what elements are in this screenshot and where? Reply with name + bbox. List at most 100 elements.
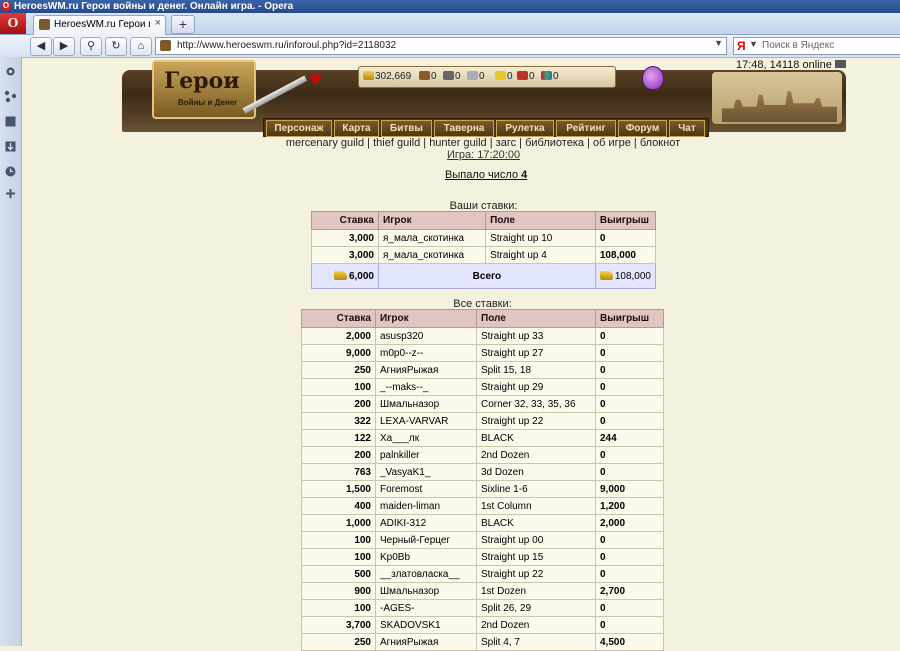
table-row: 250 АгнияРыжая Split 15, 18 0: [301, 361, 664, 379]
col-stake: Ставка: [311, 211, 379, 230]
window-title-bar: O HeroesWM.ru Герои войны и денег. Онлай…: [0, 0, 900, 13]
history-icon[interactable]: [4, 165, 17, 178]
menu-map[interactable]: Карта: [334, 120, 379, 137]
address-url: http://www.heroeswm.ru/inforoul.php?id=2…: [177, 40, 397, 51]
opera-logo-icon: O: [1, 1, 11, 11]
menu-chat[interactable]: Чат: [669, 120, 705, 137]
forward-arrow-icon: ▶: [59, 40, 69, 52]
link-hunter-guild[interactable]: hunter guild: [429, 137, 487, 149]
col-stake: Ставка: [301, 309, 376, 328]
table-row: 3,000 я_мала_скотинка Straight up 10 0: [311, 229, 657, 247]
gems-icon: [541, 71, 552, 80]
menu-rating[interactable]: Рейтинг: [556, 120, 616, 137]
mercury-resource: 0: [467, 67, 485, 87]
link-zags[interactable]: загс: [496, 137, 516, 149]
menu-character[interactable]: Персонаж: [266, 120, 332, 137]
logo-subtitle: Войны и Денег: [178, 98, 238, 107]
logo-title: Герои: [164, 68, 240, 94]
home-button[interactable]: ⌂: [130, 37, 152, 56]
key-button[interactable]: ⚲: [80, 37, 102, 56]
gold-icon: [333, 270, 347, 280]
online-icon: [834, 60, 846, 68]
crystal-resource: 0: [517, 67, 535, 87]
gold-resource: 302,669: [363, 67, 411, 87]
gold-icon: [599, 270, 613, 280]
table-row: 100 Черный-Герцег Straight up 00 0: [301, 531, 664, 549]
col-player: Игрок: [377, 211, 487, 230]
table-row: 763 _VasyaK1_ 3d Dozen 0: [301, 463, 664, 481]
search-engine-dropdown-icon[interactable]: ▼: [749, 39, 758, 49]
search-placeholder: Поиск в Яндекс: [762, 40, 835, 51]
reload-button[interactable]: ↻: [105, 37, 127, 56]
yandex-icon: Я: [737, 39, 746, 53]
sulfur-resource: 0: [495, 67, 513, 87]
menu-battles[interactable]: Битвы: [381, 120, 432, 137]
table-row: 100 Kp0Bb Straight up 15 0: [301, 548, 664, 566]
roulette-result[interactable]: Выпало число 4: [445, 169, 527, 181]
link-library[interactable]: библиотека: [525, 137, 584, 149]
back-button[interactable]: ◀: [30, 37, 52, 56]
table-row: 2,000 asusp320 Straight up 33 0: [301, 327, 664, 345]
ore-icon: [443, 71, 454, 80]
add-panel-icon[interactable]: [4, 187, 17, 200]
col-field: Поле: [485, 211, 596, 230]
gold-icon: [363, 71, 374, 80]
table-row: 100 _--maks--_ Straight up 29 0: [301, 378, 664, 396]
search-field[interactable]: Я ▼ Поиск в Яндекс: [733, 37, 900, 55]
menu-forum[interactable]: Форум: [618, 120, 667, 137]
menu-roulette[interactable]: Рулетка: [496, 120, 554, 137]
game-logo[interactable]: Герои Войны и Денег: [152, 60, 256, 119]
all-bets-table: Ставка Игрок Поле Выигрыш 2,000 asusp320 S…: [301, 309, 664, 651]
table-row: 900 Шмальназор 1st Dozen 2,700: [301, 582, 664, 600]
downloads-icon[interactable]: [4, 140, 17, 153]
reload-icon: ↻: [111, 40, 121, 52]
resources-bar: 302,669 0 0 0 0 0 0: [358, 66, 616, 88]
notes-icon[interactable]: [4, 115, 17, 128]
browser-tab[interactable]: HeroesWM.ru Герои вой... ×: [33, 15, 166, 35]
address-dropdown-icon[interactable]: ▼: [714, 38, 723, 48]
table-row: 3,700 SKADOVSK1 2nd Dozen 0: [301, 616, 664, 634]
unite-icon[interactable]: [4, 90, 17, 103]
crystal-icon: [517, 71, 528, 80]
table-row: 500 __златовласка__ Straight up 22 0: [301, 565, 664, 583]
sulfur-icon: [495, 71, 506, 80]
new-tab-button[interactable]: +: [171, 15, 195, 34]
link-mercenary-guild[interactable]: mercenary guild: [286, 137, 364, 149]
table-row: 9,000 m0p0--z-- Straight up 27 0: [301, 344, 664, 362]
link-about[interactable]: об игре: [593, 137, 631, 149]
table-row: 100 -AGES- Split 26, 29 0: [301, 599, 664, 617]
table-row: 250 АгнияРыжая Split 4, 7 4,500: [301, 633, 664, 651]
col-winnings: Выигрыш: [594, 211, 657, 230]
winning-number: 4: [521, 169, 528, 181]
link-notepad[interactable]: блокнот: [640, 137, 680, 149]
home-icon: ⌂: [137, 40, 145, 52]
table-row: 200 Шмальназор Corner 32, 33, 35, 36 0: [301, 395, 664, 413]
col-winnings: Выигрыш: [595, 309, 664, 328]
address-favicon-icon: [160, 40, 171, 51]
col-field: Поле: [476, 309, 596, 328]
opera-menu-button[interactable]: O: [0, 13, 26, 34]
link-thief-guild[interactable]: thief guild: [373, 137, 420, 149]
wood-resource: 0: [419, 67, 437, 87]
ore-resource: 0: [443, 67, 461, 87]
key-icon: ⚲: [86, 40, 96, 52]
game-time-link[interactable]: Игра: 17:20:00: [447, 149, 520, 161]
side-panel: [0, 57, 22, 646]
table-row: 400 maiden-liman 1st Column 1,200: [301, 497, 664, 515]
wood-icon: [419, 71, 430, 80]
tab-close-icon[interactable]: ×: [155, 17, 161, 29]
forward-button[interactable]: ▶: [53, 37, 75, 56]
settings-icon[interactable]: [4, 65, 17, 78]
health-heart-icon: ♥: [309, 66, 323, 91]
mana-flask-icon: [642, 66, 664, 90]
table-row: 322 LEXA-VARVAR Straight up 22 0: [301, 412, 664, 430]
window-title: HeroesWM.ru Герои войны и денег. Онлайн …: [14, 1, 294, 12]
gems-resource: 0: [541, 67, 559, 87]
table-row: 200 palnkiller 2nd Dozen 0: [301, 446, 664, 464]
table-row: 122 Ха___лк BLACK 244: [301, 429, 664, 447]
guild-links: mercenary guild | thief guild | hunter g…: [285, 137, 681, 149]
back-arrow-icon: ◀: [36, 40, 46, 52]
site-favicon-icon: [39, 19, 50, 30]
address-bar[interactable]: http://www.heroeswm.ru/inforoul.php?id=2…: [155, 37, 727, 55]
menu-tavern[interactable]: Таверна: [434, 120, 494, 137]
